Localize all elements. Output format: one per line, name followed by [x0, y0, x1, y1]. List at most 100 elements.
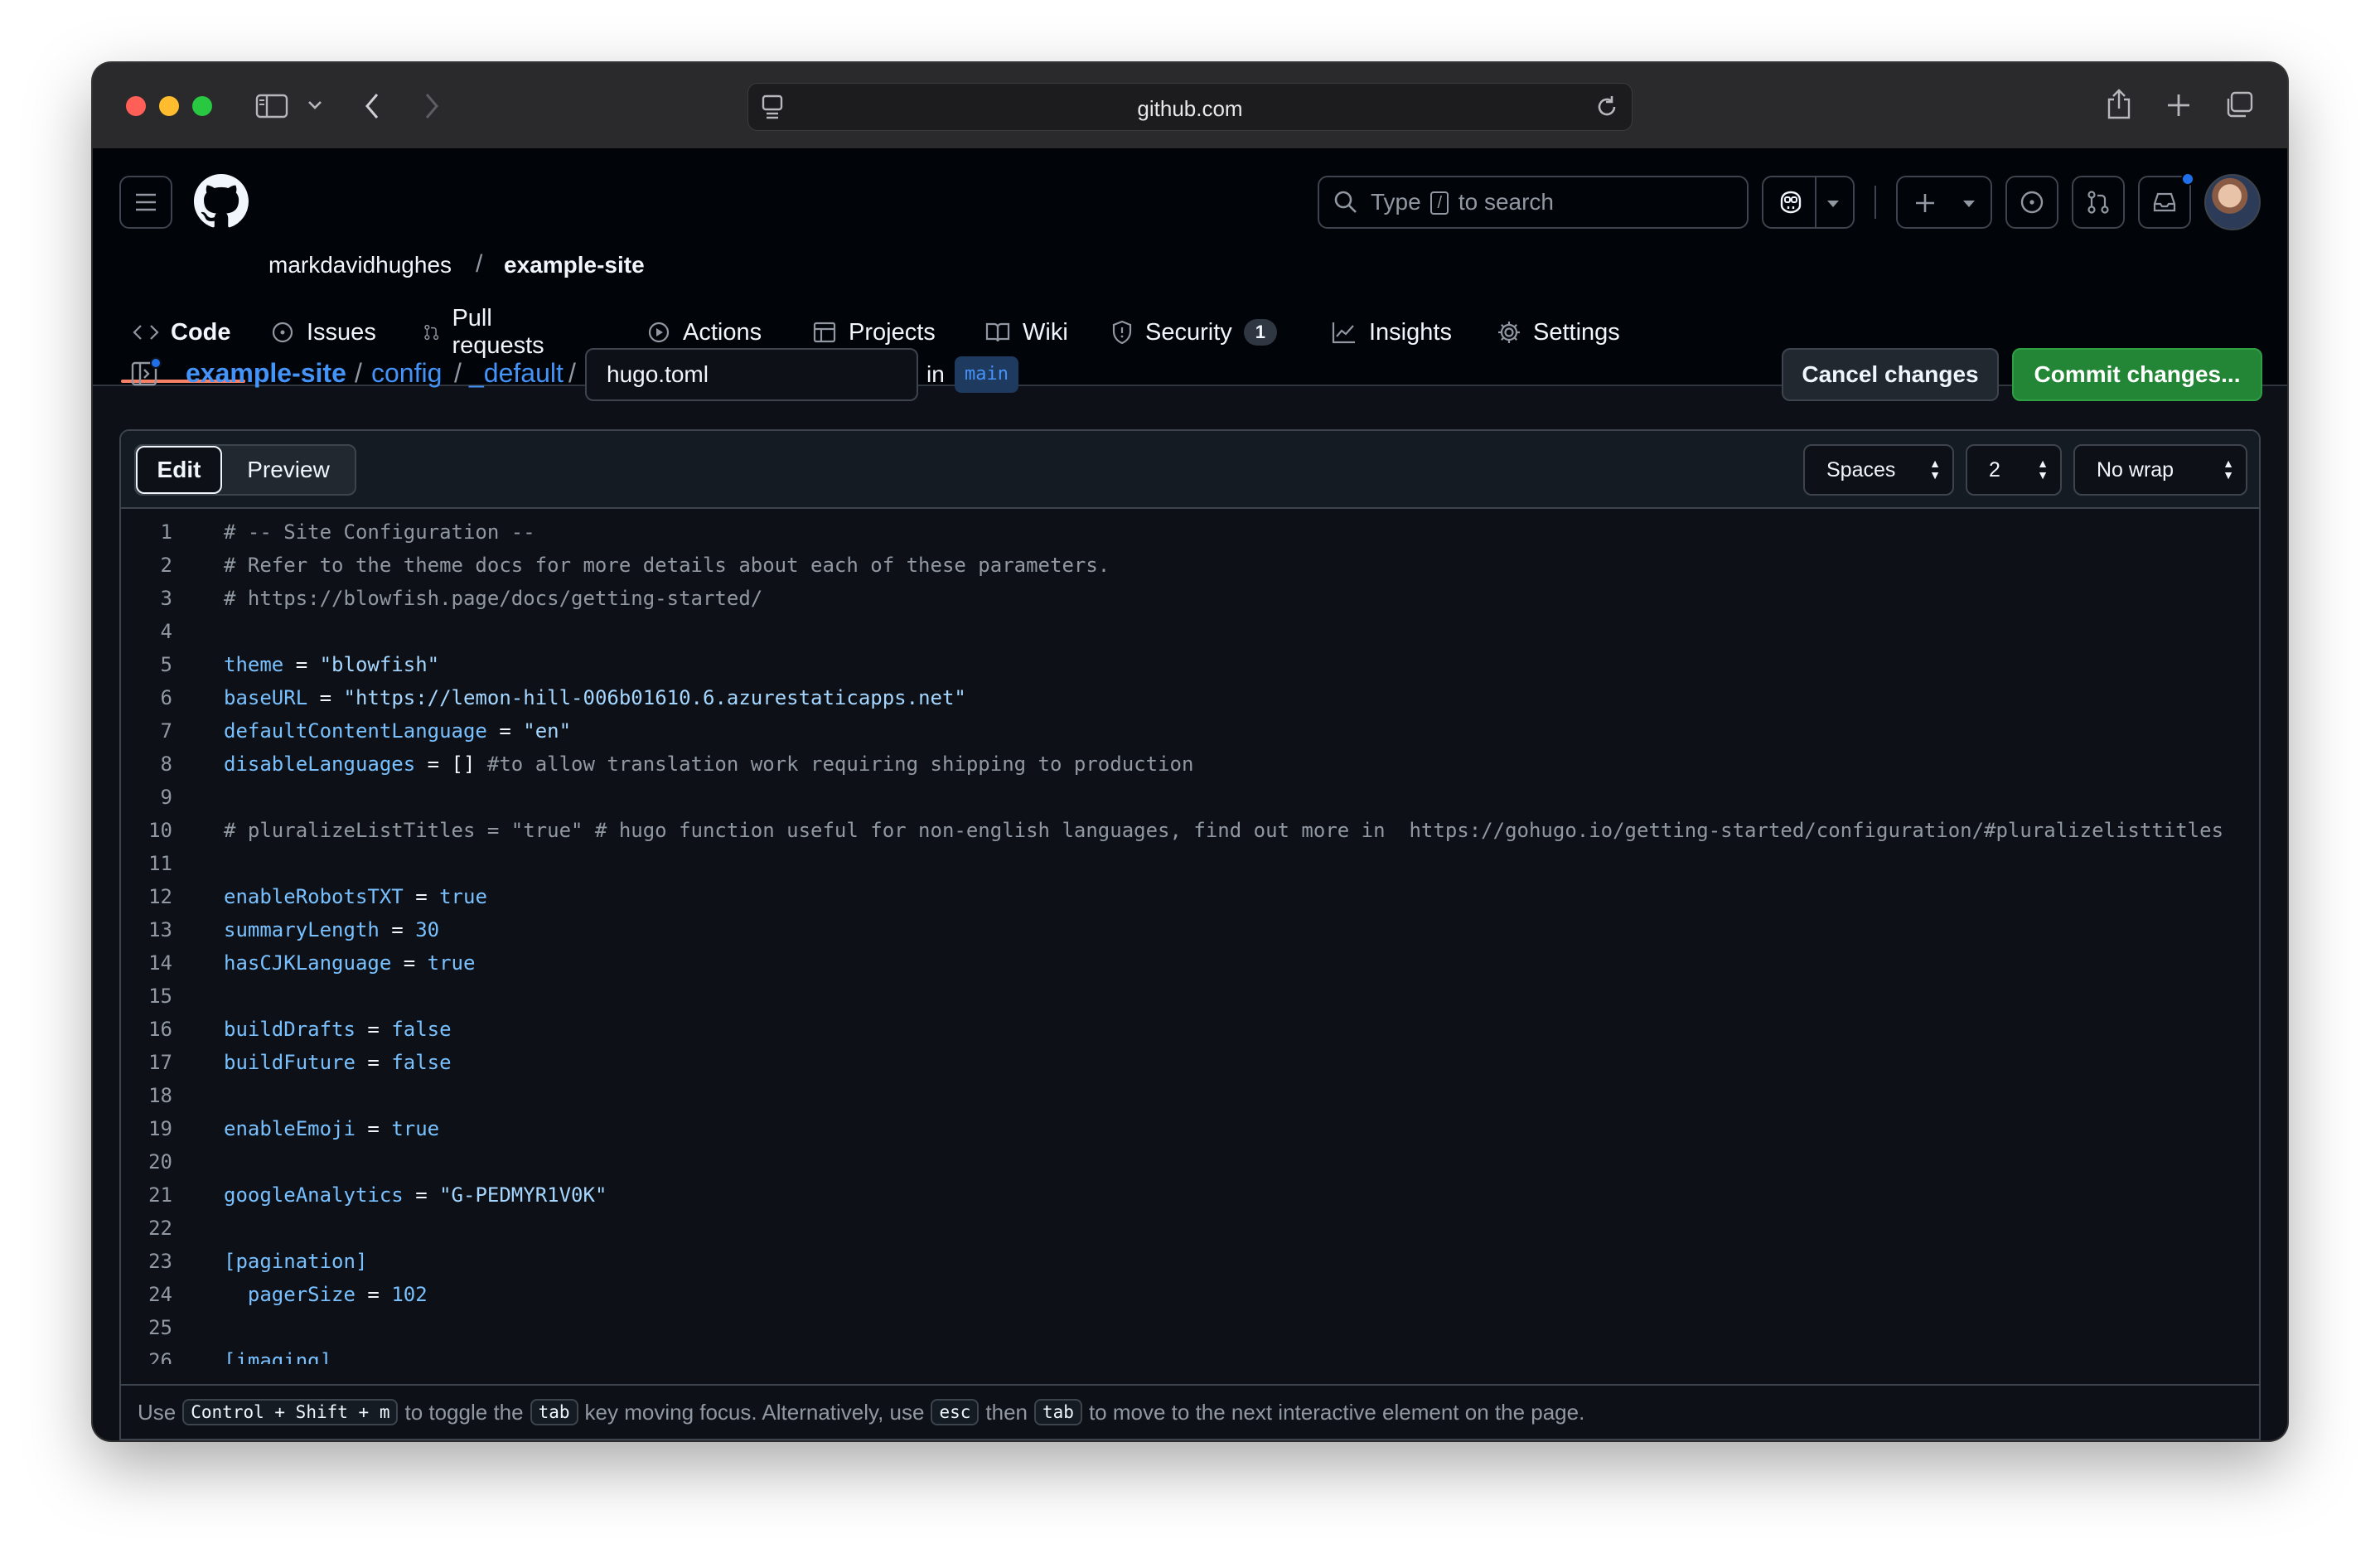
breadcrumb-separator: / — [568, 358, 576, 388]
address-bar[interactable]: github.com — [747, 83, 1633, 131]
indent-mode-select[interactable]: Spaces ▲ ▼ — [1803, 444, 1954, 496]
code-line[interactable]: 4 — [121, 615, 2259, 648]
tab-security[interactable]: Security 1 — [1110, 303, 1278, 361]
wrap-mode-select[interactable]: No wrap ▲ ▼ — [2073, 444, 2247, 496]
repo-name-link[interactable]: example-site — [504, 252, 645, 278]
code-content[interactable]: 1 # -- Site Configuration -- 2 # Refer to t… — [121, 511, 2259, 1364]
code-token: [imaging] — [224, 1349, 332, 1364]
code-line[interactable]: 3 # https://blowfish.page/docs/getting-st… — [121, 582, 2259, 615]
code-token: = — [391, 951, 428, 975]
line-code: disableLanguages = [] #to allow translat… — [224, 748, 1193, 781]
chevron-down-icon[interactable] — [307, 99, 323, 111]
browser-toolbar: github.com — [93, 63, 2287, 149]
code-line[interactable]: 25 — [121, 1311, 2259, 1344]
zoom-window-button[interactable] — [192, 96, 212, 116]
line-number: 6 — [160, 686, 172, 709]
filename-input[interactable]: hugo.toml — [585, 348, 918, 401]
line-number: 13 — [148, 918, 172, 941]
code-line[interactable]: 17 buildFuture = false — [121, 1046, 2259, 1079]
code-line[interactable]: 12 enableRobotsTXT = true — [121, 880, 2259, 913]
tab-pull-requests-label: Pull requests — [452, 305, 544, 359]
line-code: baseURL = "https://lemon-hill-006b01610.… — [224, 681, 966, 714]
inbox-button[interactable] — [2138, 172, 2194, 229]
line-code: theme = "blowfish" — [224, 648, 439, 681]
tab-insights-label: Insights — [1369, 318, 1452, 346]
pull-requests-shortcut-button[interactable] — [2072, 176, 2125, 229]
code-line[interactable]: 10 # pluralizeListTitles = "true" # hugo … — [121, 814, 2259, 847]
tab-insights[interactable]: Insights — [1331, 303, 1452, 361]
code-line[interactable]: 1 # -- Site Configuration -- — [121, 515, 2259, 549]
copilot-button[interactable] — [1762, 176, 1855, 229]
search-input[interactable]: Type / to search — [1318, 176, 1749, 229]
code-token: "G-PEDMYR1V0K" — [439, 1183, 607, 1207]
tabs-overview-icon[interactable] — [2224, 91, 2254, 119]
line-code: defaultContentLanguage = "en" — [224, 714, 571, 748]
tab-pull-requests[interactable]: Pull requests — [423, 303, 551, 361]
code-line[interactable]: 18 — [121, 1079, 2259, 1112]
tab-issues[interactable]: Issues — [270, 303, 376, 361]
tab-preview[interactable]: Preview — [222, 446, 355, 494]
code-line[interactable]: 11 — [121, 847, 2259, 880]
code-token: # pluralizeListTitles = "true" # hugo fu… — [224, 819, 2224, 842]
new-tab-icon[interactable] — [2166, 93, 2191, 118]
avatar[interactable] — [2204, 174, 2261, 230]
code-line[interactable]: 21 googleAnalytics = "G-PEDMYR1V0K" — [121, 1178, 2259, 1212]
indent-size-select[interactable]: 2 ▲ ▼ — [1966, 444, 2062, 496]
github-logo-icon[interactable] — [194, 174, 249, 233]
reload-icon[interactable] — [1594, 94, 1620, 124]
tab-settings[interactable]: Settings — [1497, 303, 1620, 361]
code-icon — [133, 325, 159, 340]
code-token: = — [379, 918, 416, 941]
code-line[interactable]: 2 # Refer to the theme docs for more deta… — [121, 549, 2259, 582]
code-token: "https://lemon-hill-006b01610.6.azuresta… — [343, 686, 966, 709]
code-line[interactable]: 19 enableEmoji = true — [121, 1112, 2259, 1145]
code-line[interactable]: 14 hasCJKLanguage = true — [121, 946, 2259, 980]
code-line[interactable]: 15 — [121, 980, 2259, 1013]
notification-dot — [2181, 172, 2194, 186]
breadcrumb-default[interactable]: _default — [469, 358, 564, 389]
code-token: [pagination] — [224, 1250, 368, 1273]
hint-moving: key moving focus. Alternatively, use — [584, 1399, 925, 1425]
breadcrumb-repo[interactable]: example-site — [186, 358, 346, 389]
code-line[interactable]: 20 — [121, 1145, 2259, 1178]
tab-edit[interactable]: Edit — [136, 446, 222, 494]
line-number: 15 — [148, 985, 172, 1008]
file-tree-toggle-button[interactable] — [129, 356, 162, 394]
sidebar-icon[interactable] — [255, 93, 288, 119]
minimize-window-button[interactable] — [159, 96, 179, 116]
issues-shortcut-button[interactable] — [2005, 176, 2058, 229]
code-line[interactable]: 6 baseURL = "https://lemon-hill-006b01610… — [121, 681, 2259, 714]
breadcrumb-config[interactable]: config — [371, 358, 442, 389]
code-line[interactable]: 5 theme = "blowfish" — [121, 648, 2259, 681]
repo-owner-link[interactable]: markdavidhughes — [268, 252, 452, 278]
code-line[interactable]: 13 summaryLength = 30 — [121, 913, 2259, 946]
share-icon[interactable] — [2105, 88, 2133, 121]
code-line[interactable]: 22 — [121, 1212, 2259, 1245]
code-line[interactable]: 26 [imaging] — [121, 1344, 2259, 1364]
create-new-button[interactable] — [1896, 176, 1992, 229]
code-line[interactable]: 7 defaultContentLanguage = "en" — [121, 714, 2259, 748]
code-line[interactable]: 24 pagerSize = 102 — [121, 1278, 2259, 1311]
code-line[interactable]: 8 disableLanguages = [] #to allow transla… — [121, 748, 2259, 781]
back-icon[interactable] — [363, 91, 381, 121]
code-line[interactable]: 23 [pagination] — [121, 1245, 2259, 1278]
line-number: 8 — [160, 752, 172, 776]
tab-wiki[interactable]: Wiki — [984, 303, 1068, 361]
branch-badge: main — [955, 356, 1018, 393]
cancel-changes-button[interactable]: Cancel changes — [1782, 348, 1999, 401]
search-suffix: to search — [1458, 189, 1554, 215]
close-window-button[interactable] — [126, 96, 146, 116]
code-token: = [] — [415, 752, 487, 776]
edit-preview-toggle: Edit Preview — [134, 444, 356, 496]
code-line[interactable]: 9 — [121, 781, 2259, 814]
line-code: # https://blowfish.page/docs/getting-sta… — [224, 582, 762, 615]
tab-code[interactable]: Code — [133, 303, 231, 361]
code-line[interactable]: 16 buildDrafts = false — [121, 1013, 2259, 1046]
line-number: 5 — [160, 653, 172, 676]
line-number: 12 — [148, 885, 172, 908]
code-token: defaultContentLanguage — [224, 719, 487, 743]
code-token: = — [283, 653, 320, 676]
commit-changes-button[interactable]: Commit changes... — [2012, 348, 2262, 401]
forward-icon[interactable] — [423, 91, 441, 121]
hamburger-menu-button[interactable] — [119, 176, 172, 229]
